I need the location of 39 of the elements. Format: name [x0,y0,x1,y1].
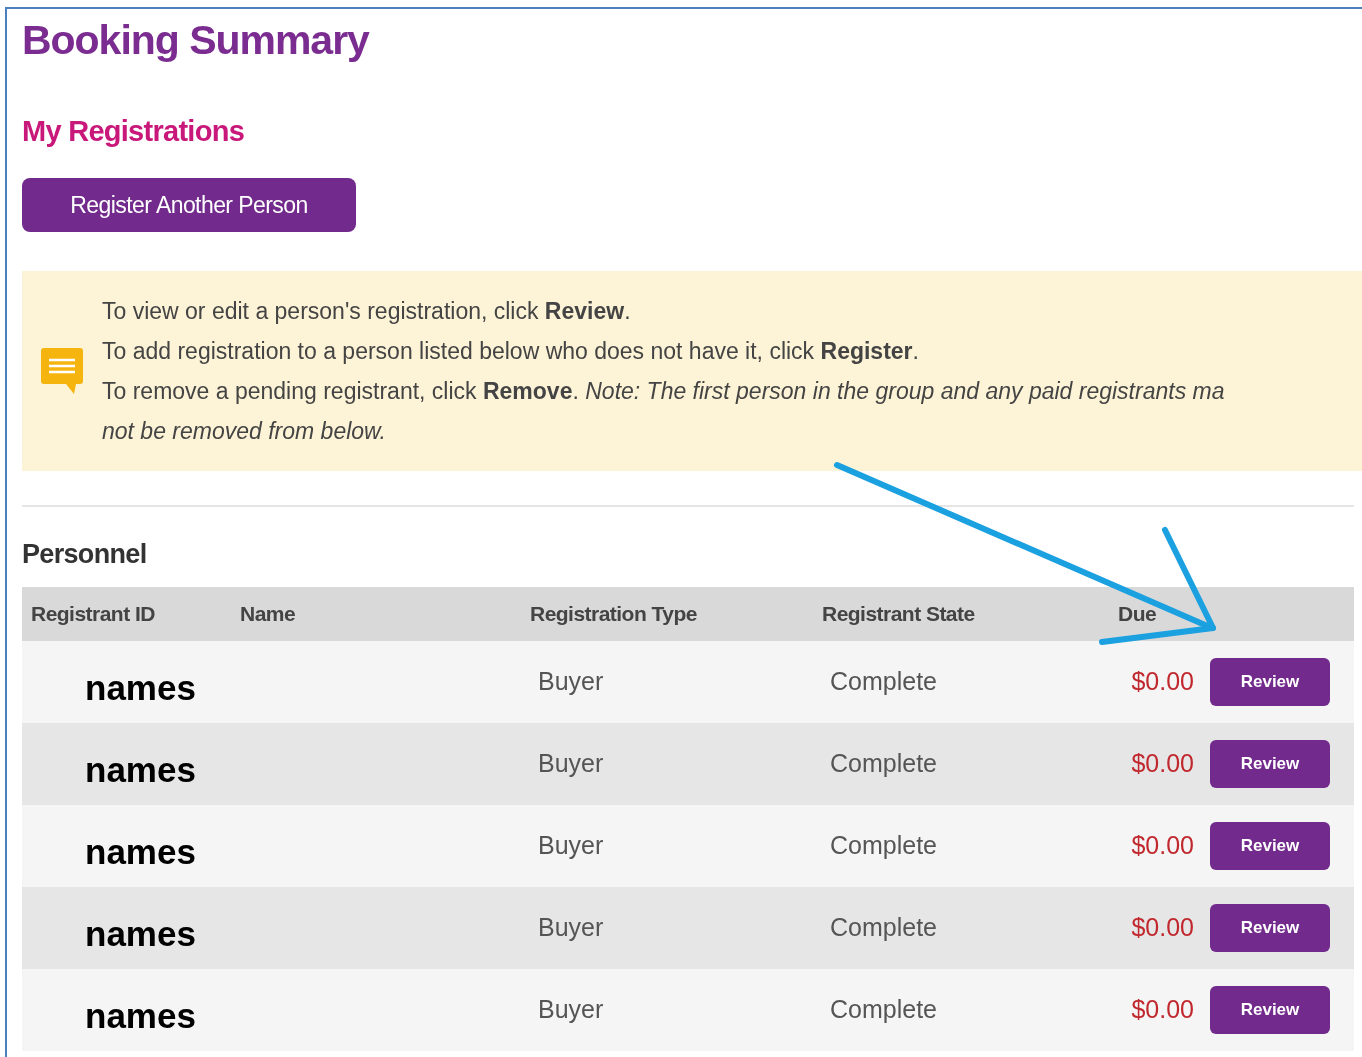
column-header: Registrant ID [31,602,155,626]
amount-due: $0.00 [1131,749,1194,778]
registrant-state: Complete [830,831,937,860]
amount-due: $0.00 [1131,995,1194,1024]
registration-type: Buyer [538,913,604,942]
section-heading: Personnel [22,539,147,569]
notice-text: To add registration to a person listed below who does not have it, click Register. [102,338,919,364]
notice-text: To remove a pending registrant, click Remove. Note: The first person in the group and any paid registrants ma [102,378,1225,404]
registration-type: Buyer [538,749,604,778]
section-title: My Registrations [22,114,245,149]
review-button[interactable]: Review [1210,986,1330,1034]
registrant-state: Complete [830,667,937,696]
column-header: Name [240,602,296,626]
registrant-id: names [85,995,196,1035]
registrant-id: names [85,831,196,871]
amount-due: $0.00 [1131,667,1194,696]
column-header: Registrant State [822,602,975,626]
notice-text: To view or edit a person's registration, click Review. [102,298,631,324]
registration-type: Buyer [538,995,604,1024]
registration-type: Buyer [538,831,604,860]
amount-due: $0.00 [1131,831,1194,860]
registrant-state: Complete [830,995,937,1024]
notice-text: not be removed from below. [102,418,386,444]
page-title: Booking Summary [22,16,369,65]
register-button[interactable]: Register Another Person [22,178,356,232]
review-button[interactable]: Review [1210,822,1330,870]
registration-type: Buyer [538,667,604,696]
column-header: Registration Type [530,602,697,626]
registrant-state: Complete [830,913,937,942]
amount-due: $0.00 [1131,913,1194,942]
review-button[interactable]: Review [1210,740,1330,788]
registrant-id: names [85,667,196,707]
registrant-id: names [85,913,196,953]
registrant-id: names [85,749,196,789]
column-header: Due [1118,602,1157,626]
registrant-state: Complete [830,749,937,778]
message-icon [40,346,84,396]
review-button[interactable]: Review [1210,658,1330,706]
review-button[interactable]: Review [1210,904,1330,952]
